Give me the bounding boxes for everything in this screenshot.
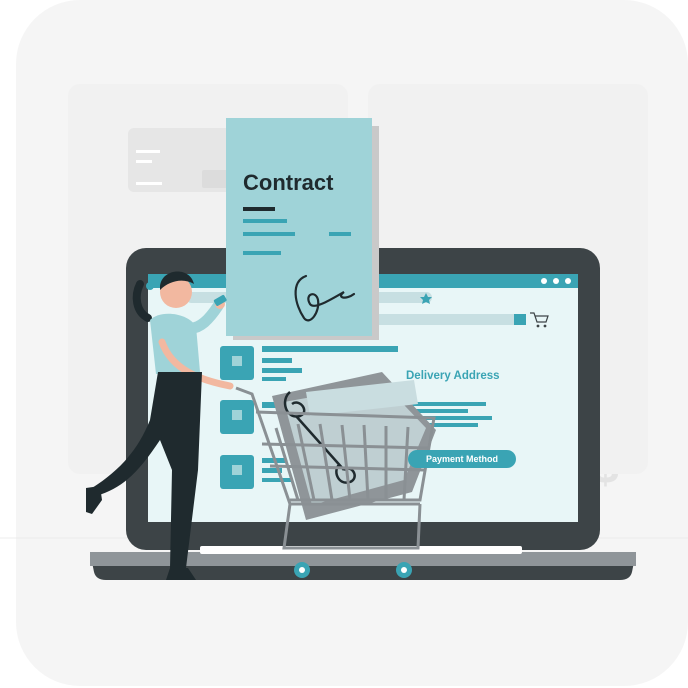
- delivery-address-label: Delivery Address: [406, 370, 500, 382]
- online-shopping-illustration: [0, 84, 688, 580]
- contract-title: Contract: [243, 170, 334, 195]
- contract-document: [226, 118, 379, 340]
- credit-card-icon: [128, 128, 240, 192]
- payment-method-button[interactable]: Payment Method: [408, 450, 516, 468]
